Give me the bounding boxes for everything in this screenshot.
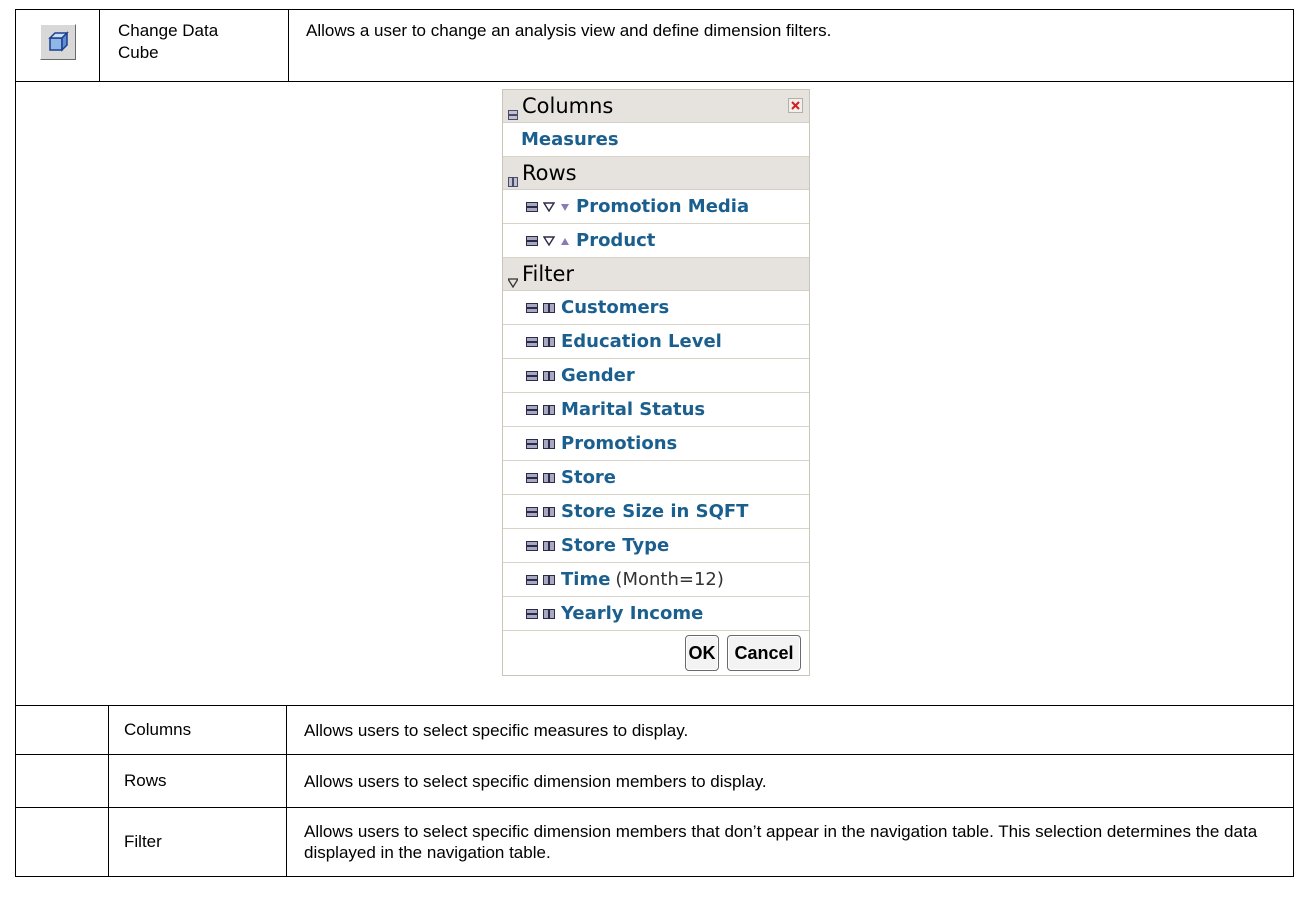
ok-button[interactable]: OK — [685, 635, 719, 671]
move-to-columns-icon[interactable] — [526, 540, 538, 551]
columns-header[interactable]: Columns — [503, 90, 809, 123]
move-to-columns-icon[interactable] — [526, 336, 538, 347]
filter-dimension-label: Time — [561, 569, 611, 590]
move-to-rows-icon[interactable] — [543, 438, 555, 449]
filter-dimension-label: Gender — [561, 365, 635, 386]
feature-name-text: Change Data Cube — [118, 21, 219, 62]
feature-icon-cell — [16, 10, 100, 81]
move-to-rows-icon[interactable] — [543, 302, 555, 313]
filter-selection-text: (Month=12) — [615, 569, 724, 590]
measure-item[interactable]: Measures — [503, 123, 809, 157]
filter-dimension-label: Education Level — [561, 331, 722, 352]
row-dimension-label: Promotion Media — [576, 196, 750, 217]
filter-dimension-item[interactable]: Store Type — [503, 529, 809, 563]
filter-dimension-label: Marital Status — [561, 399, 706, 420]
move-to-rows-icon[interactable] — [543, 540, 555, 551]
sub-option-name: Filter — [109, 808, 287, 876]
move-to-columns-icon[interactable] — [526, 370, 538, 381]
sub-option-description: Allows users to select specific measures… — [304, 720, 689, 740]
column-axis-icon — [508, 101, 518, 120]
row-dimension-item[interactable]: Product — [503, 224, 809, 258]
filter-dimension-item[interactable]: Store — [503, 461, 809, 495]
filter-dimension-item[interactable]: Yearly Income — [503, 597, 809, 631]
feature-description: Allows a user to change an analysis view… — [306, 21, 832, 40]
filter-dimension-label: Store Type — [561, 535, 670, 556]
sort-ascending-icon[interactable] — [560, 236, 570, 246]
filter-dimension-label: Customers — [561, 297, 670, 318]
filter-header-label: Filter — [522, 262, 575, 286]
measure-label: Measures — [521, 129, 619, 150]
filter-dimension-item[interactable]: Customers — [503, 291, 809, 325]
sub-option-row: Rows Allows users to select specific dime… — [16, 754, 1293, 807]
feature-table: Change Data Cube Allows a user to change… — [15, 9, 1294, 877]
filter-dimension-item[interactable]: Marital Status — [503, 393, 809, 427]
indent-cell — [16, 706, 109, 754]
move-to-columns-icon[interactable] — [526, 472, 538, 483]
move-to-columns-icon[interactable] — [526, 608, 538, 619]
filter-icon[interactable] — [543, 235, 555, 246]
move-to-rows-icon[interactable] — [543, 608, 555, 619]
row-dimension-item[interactable]: Promotion Media — [503, 190, 809, 224]
filter-icon — [506, 269, 520, 289]
sub-options-table: Columns Allows users to select specific m… — [16, 706, 1293, 876]
feature-row: Change Data Cube Allows a user to change… — [16, 10, 1293, 82]
filter-dimension-item[interactable]: Store Size in SQFT — [503, 495, 809, 529]
indent-cell — [16, 755, 109, 807]
button-row: OK Cancel — [503, 631, 809, 675]
move-to-rows-icon[interactable] — [543, 370, 555, 381]
move-to-rows-icon[interactable] — [543, 472, 555, 483]
move-to-columns-icon[interactable] — [526, 235, 538, 246]
filter-dimension-label: Promotions — [561, 433, 678, 454]
move-to-columns-icon[interactable] — [526, 506, 538, 517]
filter-dimension-label: Store — [561, 467, 617, 488]
row-dimension-label: Product — [576, 230, 656, 251]
filter-dimension-label: Yearly Income — [561, 603, 704, 624]
change-cube-panel: Columns Measures Rows Promotion Media Pro… — [502, 89, 810, 676]
sort-descending-icon[interactable] — [560, 202, 570, 212]
move-to-columns-icon[interactable] — [526, 302, 538, 313]
close-icon[interactable] — [788, 98, 803, 113]
filter-dimension-item[interactable]: Gender — [503, 359, 809, 393]
sub-option-name: Columns — [109, 706, 287, 754]
rows-header-label: Rows — [522, 161, 577, 185]
move-to-columns-icon[interactable] — [526, 574, 538, 585]
sub-option-row: Columns Allows users to select specific m… — [16, 706, 1293, 754]
sub-option-row: Filter Allows users to select specific di… — [16, 807, 1293, 876]
move-to-rows-icon[interactable] — [543, 506, 555, 517]
move-to-columns-icon[interactable] — [526, 404, 538, 415]
move-to-rows-icon[interactable] — [543, 404, 555, 415]
row-axis-icon — [508, 168, 518, 187]
move-to-columns-icon[interactable] — [526, 438, 538, 449]
feature-name: Change Data Cube — [100, 10, 289, 81]
cancel-button[interactable]: Cancel — [727, 635, 801, 671]
move-to-rows-icon[interactable] — [543, 574, 555, 585]
screenshot-row: Columns Measures Rows Promotion Media Pro… — [16, 82, 1293, 706]
sub-option-description: Allows users to select specific dimensio… — [304, 771, 767, 791]
indent-cell — [16, 808, 109, 876]
filter-dimension-item[interactable]: Time (Month=12) — [503, 563, 809, 597]
filter-dimension-label: Store Size in SQFT — [561, 501, 749, 522]
filter-header[interactable]: Filter — [503, 258, 809, 291]
cube-icon — [39, 24, 76, 60]
sub-option-description: Allows users to select specific dimensio… — [304, 822, 1258, 862]
rows-header[interactable]: Rows — [503, 157, 809, 190]
move-to-columns-icon[interactable] — [526, 201, 538, 212]
filter-dimension-item[interactable]: Education Level — [503, 325, 809, 359]
columns-header-label: Columns — [522, 94, 614, 118]
filter-dimension-item[interactable]: Promotions — [503, 427, 809, 461]
filter-icon[interactable] — [543, 201, 555, 212]
sub-option-name: Rows — [109, 755, 287, 807]
move-to-rows-icon[interactable] — [543, 336, 555, 347]
